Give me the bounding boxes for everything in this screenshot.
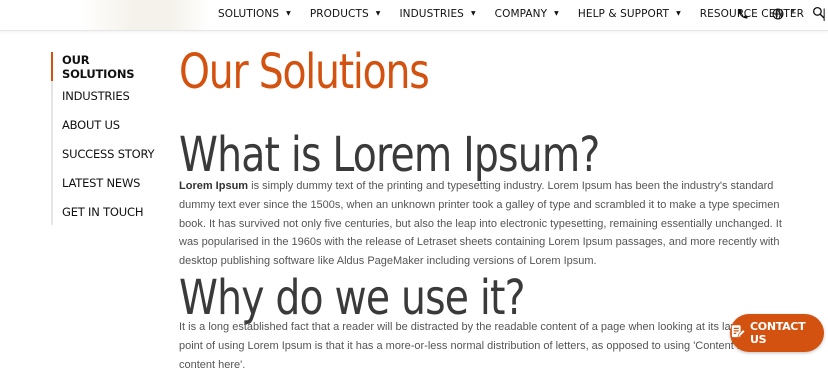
nav-item-industries[interactable]: INDUSTRIES ▼ bbox=[399, 8, 475, 20]
sidebar-item-our-solutions[interactable]: OUR SOLUTIONS bbox=[51, 52, 163, 81]
sidebar-item-label: OUR SOLUTIONS bbox=[62, 52, 135, 81]
contact-us-label: CONTACT US bbox=[750, 320, 806, 346]
nav-item-label: RESOURCE CENTER bbox=[699, 8, 805, 20]
nav-item-help-support[interactable]: HELP & SUPPORT ▼ bbox=[578, 8, 681, 20]
sidebar-item-latest-news[interactable]: LATEST NEWS bbox=[53, 168, 163, 197]
sidebar-item-label: LATEST NEWS bbox=[62, 175, 141, 190]
section-paragraph: Lorem Ipsum is simply dummy text of the … bbox=[179, 177, 801, 271]
sidebar-item-about-us[interactable]: ABOUT US bbox=[53, 110, 163, 139]
nav-item-label: PRODUCTS bbox=[309, 8, 369, 20]
page-title: Our Solutions bbox=[179, 44, 430, 100]
sidebar-nav: OUR SOLUTIONS INDUSTRIES ABOUT US SUCCES… bbox=[51, 52, 163, 225]
sidebar-item-label: ABOUT US bbox=[62, 117, 120, 132]
nav-item-label: INDUSTRIES bbox=[399, 8, 464, 20]
nav-item-solutions[interactable]: SOLUTIONS ▼ bbox=[218, 8, 291, 20]
section-paragraph: It is a long established fact that a rea… bbox=[179, 321, 777, 371]
nav-item-company[interactable]: COMPANY ▼ bbox=[495, 8, 559, 20]
nav-item-label: SOLUTIONS bbox=[218, 8, 280, 20]
sidebar-item-success-story[interactable]: SUCCESS STORY bbox=[53, 139, 163, 168]
paragraph-body: is simply dummy text of the printing and… bbox=[179, 180, 782, 268]
nav-item-label: HELP & SUPPORT bbox=[577, 8, 670, 20]
section-heading: What is Lorem Ipsum? bbox=[179, 127, 600, 183]
nav-item-label: COMPANY bbox=[494, 8, 548, 20]
caret-down-icon: ▼ bbox=[286, 9, 291, 17]
edit-form-icon bbox=[730, 324, 750, 342]
top-navigation-bar: SOLUTIONS ▼ PRODUCTS ▼ INDUSTRIES ▼ COMP… bbox=[0, 0, 828, 31]
caret-down-icon: ▼ bbox=[375, 9, 381, 17]
sidebar-item-label: INDUSTRIES bbox=[62, 88, 130, 103]
paragraph-lead: Lorem Ipsum bbox=[179, 180, 249, 192]
caret-down-icon: ▼ bbox=[554, 9, 559, 17]
phone-icon[interactable] bbox=[737, 7, 749, 25]
contact-us-button[interactable]: CONTACT US bbox=[730, 314, 824, 352]
nav-item-products[interactable]: PRODUCTS ▼ bbox=[310, 8, 381, 20]
globe-icon[interactable] bbox=[772, 7, 784, 25]
search-icon[interactable] bbox=[812, 6, 825, 24]
caret-down-icon[interactable]: ▼ bbox=[790, 9, 796, 15]
caret-down-icon: ▼ bbox=[470, 9, 476, 17]
sidebar-item-label: GET IN TOUCH bbox=[62, 204, 144, 219]
sidebar-item-label: SUCCESS STORY bbox=[62, 146, 155, 161]
caret-down-icon: ▼ bbox=[676, 9, 681, 17]
main-menu: SOLUTIONS ▼ PRODUCTS ▼ INDUSTRIES ▼ COMP… bbox=[210, 0, 826, 28]
sidebar-item-industries[interactable]: INDUSTRIES bbox=[53, 81, 163, 110]
logo-area-background bbox=[80, 0, 210, 30]
nav-item-resource-center[interactable]: RESOURCE CENTER bbox=[700, 8, 804, 20]
sidebar-item-get-in-touch[interactable]: GET IN TOUCH bbox=[53, 197, 163, 226]
